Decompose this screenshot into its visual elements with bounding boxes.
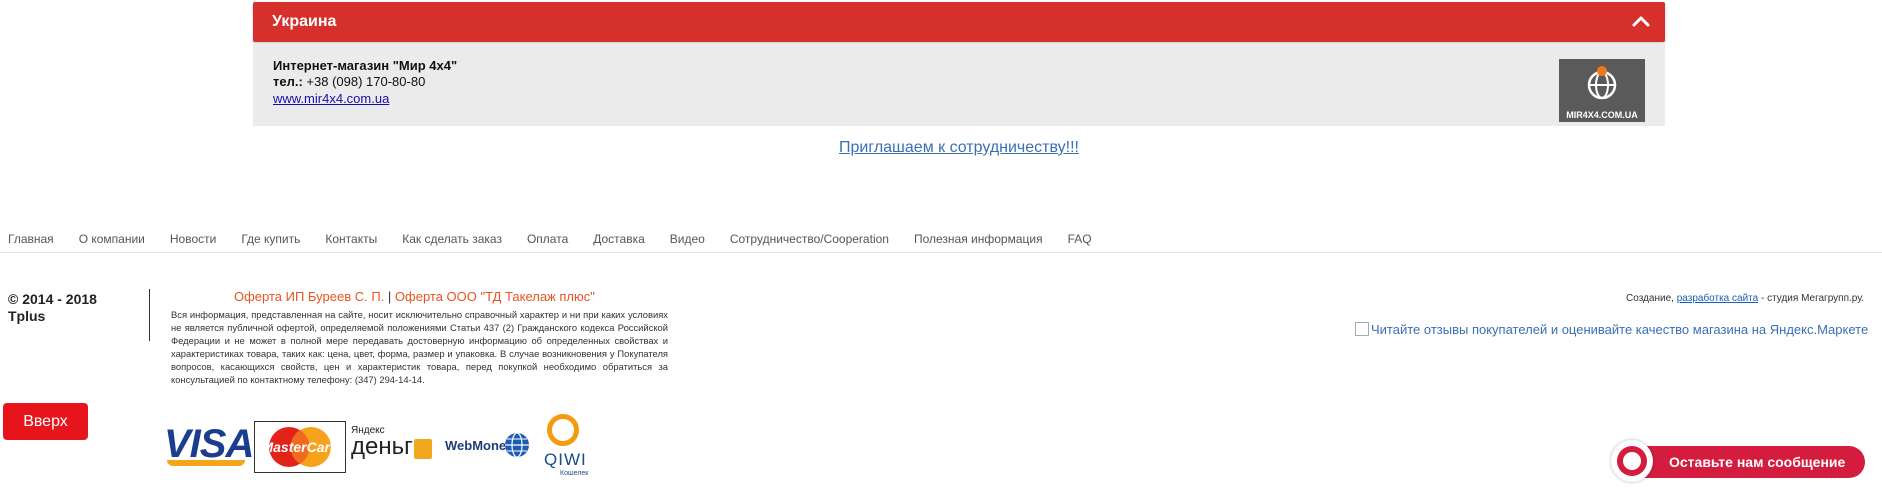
nav-item-about[interactable]: О компании [79, 232, 145, 246]
nav-item-useful-info[interactable]: Полезная информация [914, 232, 1043, 246]
legal-disclaimer: Вся информация, представленная на сайте,… [171, 309, 668, 385]
yandex-market-alt-text: Читайте отзывы покупателей и оценивайте … [1371, 322, 1869, 337]
dealer-logo-text: MIR4X4.COM.UA [1566, 110, 1638, 120]
dealer-phone-label: тел.: [273, 74, 303, 89]
qiwi-circle-icon [547, 414, 579, 446]
mastercard-text: MasterCard [261, 439, 339, 455]
nav-item-how-to-order[interactable]: Как сделать заказ [402, 232, 502, 246]
qiwi-logo-subtext: Кошелек [560, 470, 589, 477]
chat-label: Оставьте нам сообщение [1669, 454, 1846, 470]
site-credit: Создание, разработка сайта - студия Мега… [1626, 293, 1864, 304]
chevron-up-icon[interactable] [1631, 12, 1651, 32]
broken-image-icon [1355, 322, 1369, 336]
credit-suffix: - студия Мегагрупп.ру. [1758, 293, 1864, 304]
region-title: Украина [272, 13, 337, 30]
dealer-phone-value: +38 (098) 170-80-80 [302, 74, 426, 89]
globe-icon [1587, 66, 1617, 100]
copyright-owner: Tplus [8, 308, 46, 324]
dealer-name: Интернет-магазин "Мир 4x4" [273, 58, 458, 73]
footer-nav: Главная О компании Новости Где купить Ко… [8, 232, 1117, 246]
nav-item-where-to-buy[interactable]: Где купить [241, 232, 300, 246]
credit-prefix: Создание, [1626, 293, 1677, 304]
webmoney-globe-icon [505, 432, 529, 458]
oferta-separator: | [384, 289, 395, 304]
dealer-site-link[interactable]: www.mir4x4.com.ua [273, 91, 389, 106]
region-accordion-header[interactable]: Украина [253, 2, 1665, 42]
copyright: © 2014 - 2018 Tplus [8, 291, 97, 325]
nav-item-faq[interactable]: FAQ [1068, 232, 1092, 246]
nav-item-cooperation[interactable]: Сотрудничество/Cooperation [730, 232, 889, 246]
mastercard-logo: MasterCard [254, 421, 346, 473]
visa-swoosh [167, 460, 245, 466]
copyright-years: © 2014 - 2018 [8, 291, 97, 307]
chat-widget-button[interactable]: Оставьте нам сообщение [1611, 440, 1865, 482]
yandex-market-reviews-link[interactable]: Читайте отзывы покупателей и оценивайте … [1355, 322, 1868, 337]
cooperation-invite-link[interactable]: Приглашаем к сотрудничеству!!! [0, 139, 1882, 157]
dealer-logo[interactable]: MIR4X4.COM.UA [1559, 59, 1645, 122]
footer-divider [0, 252, 1882, 253]
nav-item-contacts[interactable]: Контакты [325, 232, 377, 246]
oferta-link-ooo[interactable]: Оферта ООО "ТД Такелаж плюс" [395, 289, 595, 304]
wallet-icon [414, 439, 432, 459]
oferta-links: Оферта ИП Буреев С. П. | Оферта ООО "ТД … [234, 289, 595, 304]
scroll-to-top-button[interactable]: Вверх [3, 403, 88, 440]
oferta-link-ip[interactable]: Оферта ИП Буреев С. П. [234, 289, 384, 304]
nav-item-delivery[interactable]: Доставка [593, 232, 645, 246]
nav-item-video[interactable]: Видео [670, 232, 705, 246]
chat-icon [1611, 440, 1653, 482]
nav-item-home[interactable]: Главная [8, 232, 54, 246]
dealer-phone: тел.: +38 (098) 170-80-80 [273, 74, 425, 89]
nav-item-payment[interactable]: Оплата [527, 232, 568, 246]
chat-icon-inner [1623, 452, 1641, 470]
dealer-card: Интернет-магазин "Мир 4x4" тел.: +38 (09… [253, 44, 1665, 126]
nav-item-news[interactable]: Новости [170, 232, 216, 246]
credit-link[interactable]: разработка сайта [1677, 293, 1758, 304]
qiwi-logo-text: QIWI [544, 450, 587, 469]
footer-vertical-divider [149, 289, 150, 341]
